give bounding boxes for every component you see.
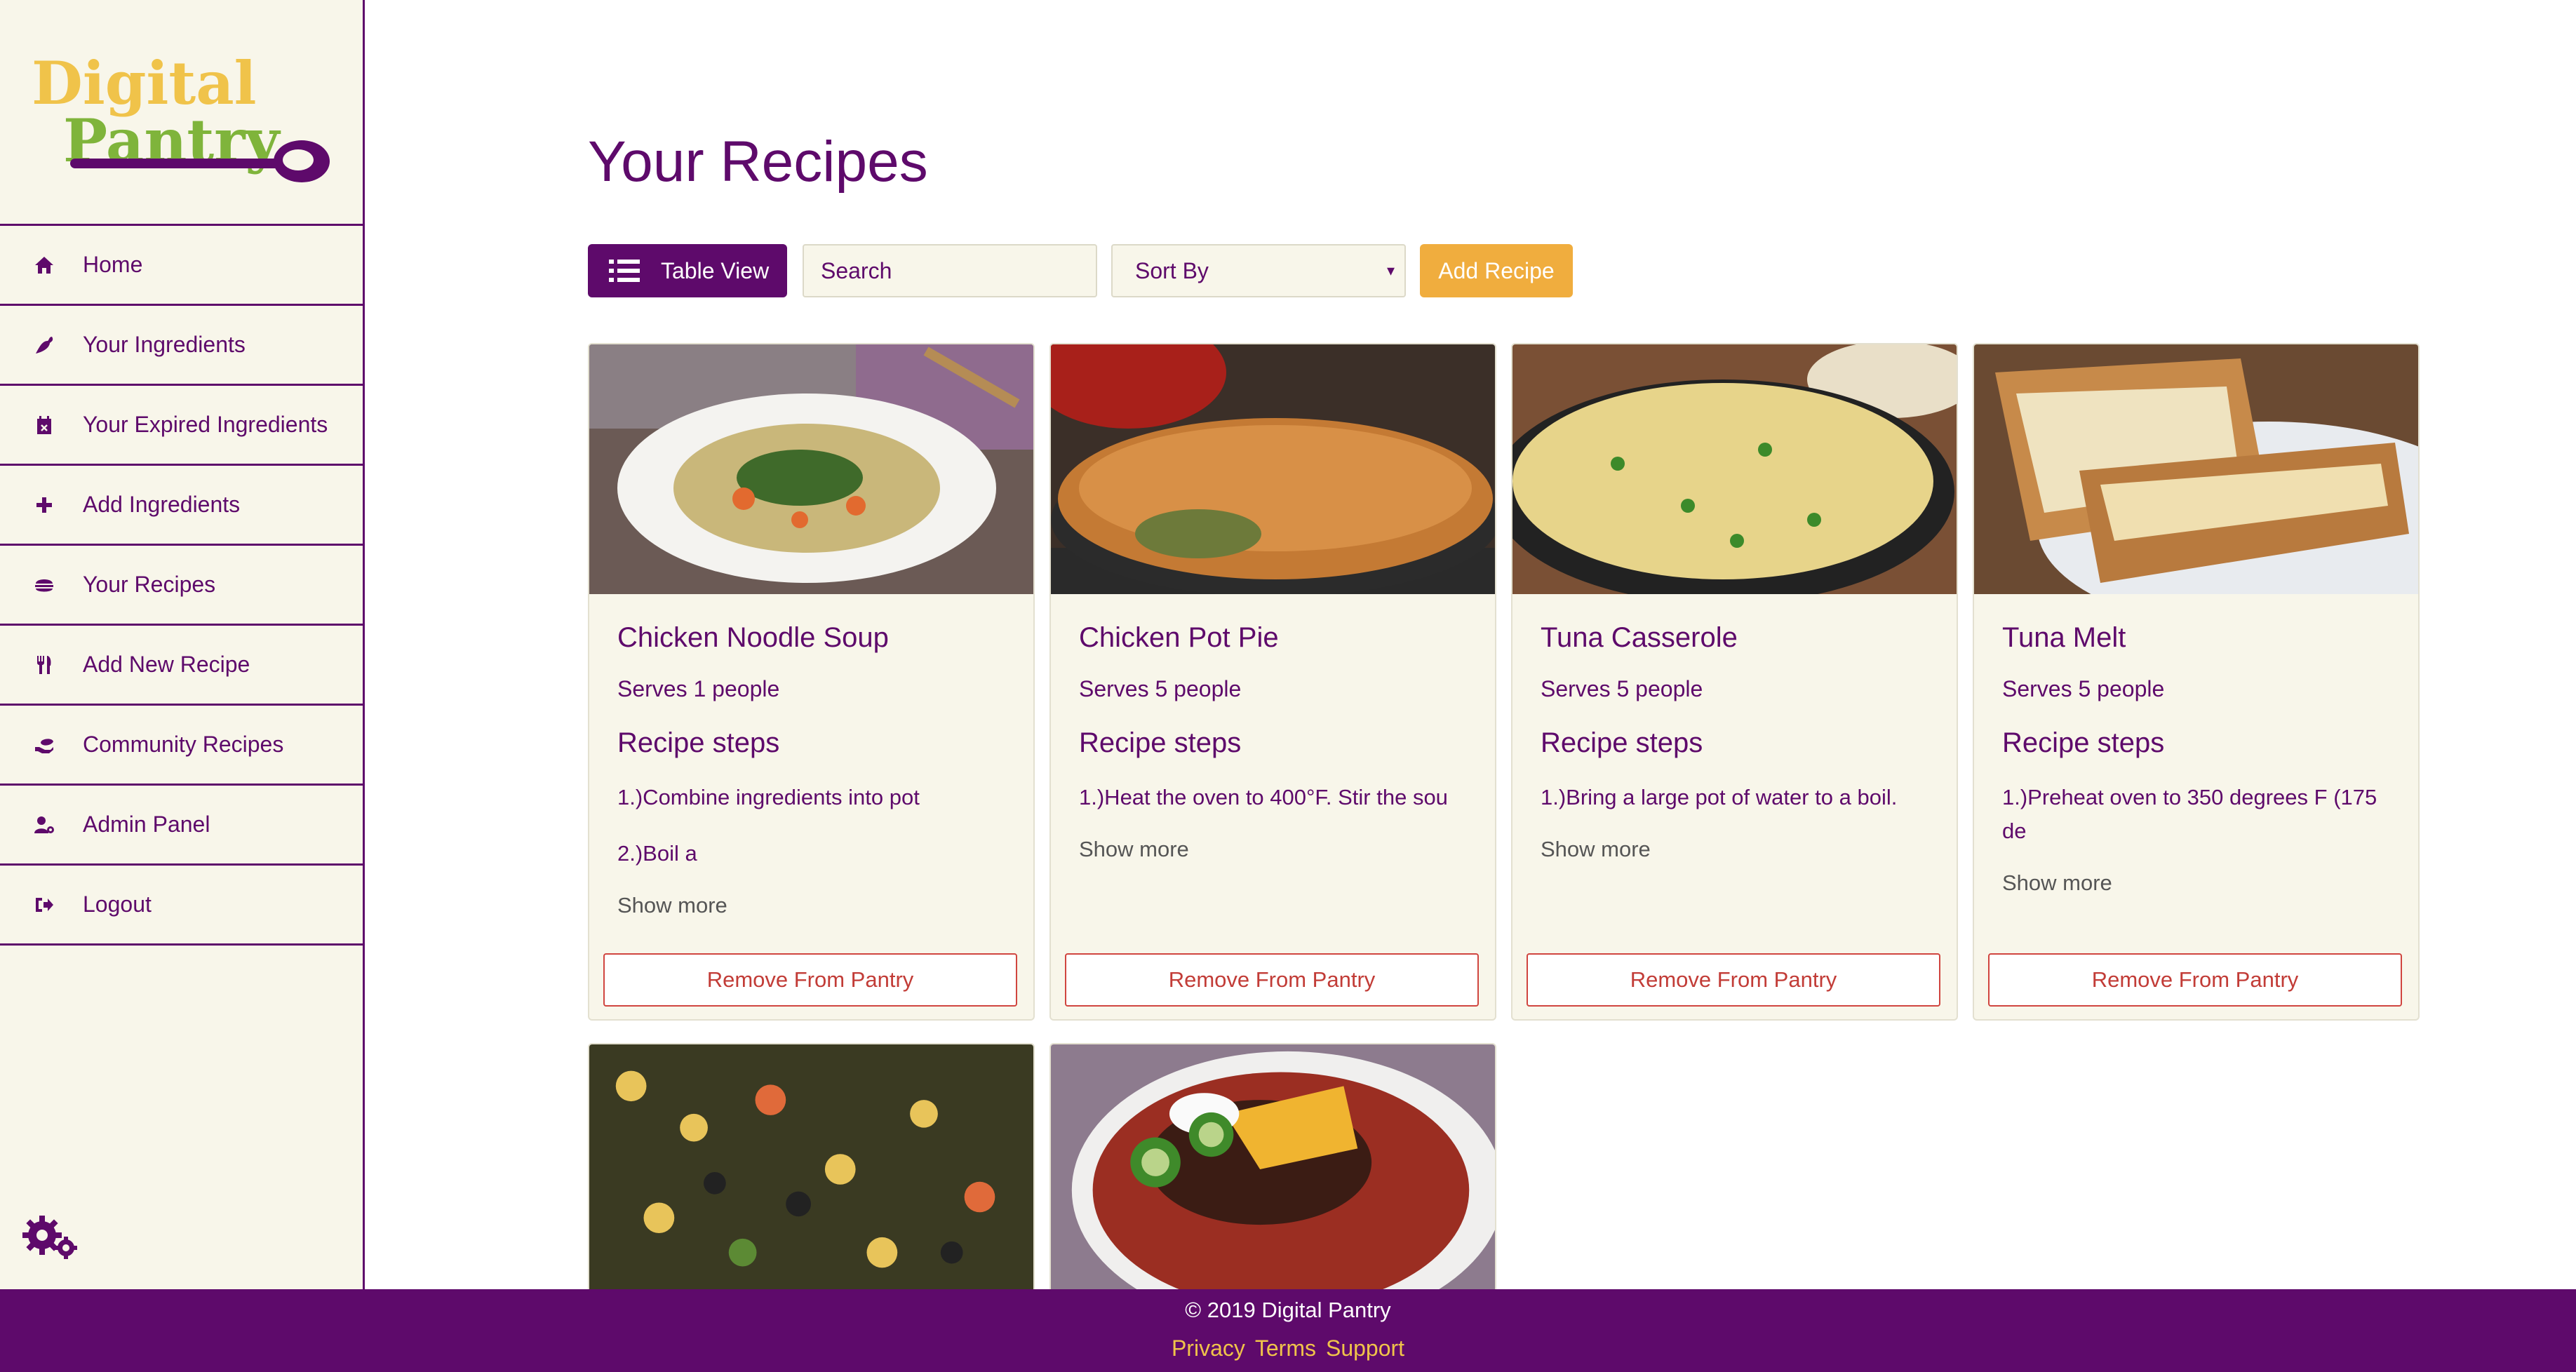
recipe-card: Tuna Casserole Serves 5 people Recipe st… bbox=[1511, 343, 1958, 1021]
pepper-icon bbox=[34, 335, 55, 356]
sidebar-item-logout[interactable]: Logout bbox=[0, 866, 363, 946]
caret-down-icon: ▾ bbox=[1386, 262, 1395, 279]
footer-links: Privacy Terms Support bbox=[0, 1336, 2576, 1361]
recipe-title: Chicken Noodle Soup bbox=[617, 622, 889, 653]
sidebar-item-label: Your Ingredients bbox=[83, 332, 246, 357]
sidebar-item-add-ingredients[interactable]: Add Ingredients bbox=[0, 466, 363, 546]
remove-from-pantry-button[interactable]: Remove From Pantry bbox=[1065, 953, 1479, 1007]
recipe-step: 1.)Bring a large pot of water to a boil. bbox=[1541, 785, 1898, 809]
burger-icon bbox=[34, 574, 55, 596]
recipe-steps-heading: Recipe steps bbox=[617, 727, 780, 758]
remove-from-pantry-button[interactable]: Remove From Pantry bbox=[1988, 953, 2402, 1007]
sort-by-select[interactable]: Sort By ▾ bbox=[1111, 244, 1406, 297]
recipe-serves: Serves 5 people bbox=[1079, 676, 1242, 701]
sidebar-item-community-recipes[interactable]: Community Recipes bbox=[0, 706, 363, 786]
footer: © 2019 Digital Pantry Privacy Terms Supp… bbox=[0, 1289, 2576, 1372]
recipe-title: Tuna Casserole bbox=[1541, 622, 1738, 653]
terms-link[interactable]: Terms bbox=[1255, 1336, 1316, 1361]
remove-from-pantry-button[interactable]: Remove From Pantry bbox=[1527, 953, 1940, 1007]
recipe-serves: Serves 5 people bbox=[2002, 676, 2165, 701]
recipe-image[interactable] bbox=[589, 344, 1033, 594]
recipe-serves: Serves 5 people bbox=[1541, 676, 1703, 701]
sidebar-item-label: Community Recipes bbox=[83, 732, 284, 757]
sidebar-item-label: Add Ingredients bbox=[83, 492, 241, 517]
show-more-link[interactable]: Show more bbox=[2002, 870, 2112, 896]
user-cog-icon bbox=[34, 814, 55, 835]
digital-pantry-logo[interactable]: Digital Pantry bbox=[28, 48, 337, 189]
sidebar-item-label: Add New Recipe bbox=[83, 652, 250, 677]
table-view-button[interactable]: Table View bbox=[588, 244, 787, 297]
sidebar-item-home[interactable]: Home bbox=[0, 226, 363, 306]
recipe-step: 1.)Combine ingredients into pot bbox=[617, 785, 920, 809]
recipe-step: 1.)Heat the oven to 400°F. Stir the sou bbox=[1079, 785, 1448, 809]
recipe-image[interactable] bbox=[1051, 344, 1495, 594]
recipe-image[interactable] bbox=[1974, 344, 2418, 594]
sidebar-item-your-ingredients[interactable]: Your Ingredients bbox=[0, 306, 363, 386]
recipe-steps-heading: Recipe steps bbox=[1541, 727, 1703, 758]
recipe-steps-heading: Recipe steps bbox=[1079, 727, 1242, 758]
page-title: Your Recipes bbox=[588, 130, 928, 194]
copyright-text: © 2019 Digital Pantry bbox=[1185, 1298, 1391, 1322]
plus-icon bbox=[34, 495, 55, 516]
sign-out-icon bbox=[34, 894, 55, 915]
remove-from-pantry-button[interactable]: Remove From Pantry bbox=[603, 953, 1017, 1007]
recipe-card-partial[interactable] bbox=[1049, 1043, 1496, 1296]
sidebar: Digital Pantry Home Your Ingredients You… bbox=[0, 0, 365, 1289]
sidebar-item-add-new-recipe[interactable]: Add New Recipe bbox=[0, 626, 363, 706]
sidebar-item-label: Your Expired Ingredients bbox=[83, 412, 328, 437]
show-more-link[interactable]: Show more bbox=[1079, 837, 1189, 862]
recipe-title: Chicken Pot Pie bbox=[1079, 622, 1279, 653]
utensils-icon bbox=[34, 654, 55, 675]
show-more-link[interactable]: Show more bbox=[1541, 837, 1651, 862]
recipe-image bbox=[589, 1044, 1033, 1294]
list-icon bbox=[609, 258, 640, 283]
recipe-card: Chicken Noodle Soup Serves 1 people Reci… bbox=[588, 343, 1035, 1021]
hand-holding-icon bbox=[34, 734, 55, 755]
home-icon bbox=[34, 255, 55, 276]
recipe-image bbox=[1051, 1044, 1495, 1294]
recipe-title: Tuna Melt bbox=[2002, 622, 2126, 653]
sidebar-item-label: Admin Panel bbox=[83, 812, 210, 837]
sidebar-item-label: Home bbox=[83, 252, 143, 277]
show-more-link[interactable]: Show more bbox=[617, 893, 727, 918]
sidebar-item-expired-ingredients[interactable]: Your Expired Ingredients bbox=[0, 386, 363, 466]
add-recipe-button[interactable]: Add Recipe bbox=[1420, 244, 1573, 297]
cogs-icon[interactable] bbox=[21, 1211, 81, 1260]
recipe-card: Chicken Pot Pie Serves 5 people Recipe s… bbox=[1049, 343, 1496, 1021]
recipes-toolbar: Table View Sort By ▾ Add Recipe bbox=[588, 244, 1573, 297]
sidebar-item-your-recipes[interactable]: Your Recipes bbox=[0, 546, 363, 626]
table-view-label: Table View bbox=[661, 257, 770, 283]
sort-by-label: Sort By bbox=[1135, 257, 1209, 283]
recipe-image[interactable] bbox=[1512, 344, 1957, 594]
recipe-card: Tuna Melt Serves 5 people Recipe steps 1… bbox=[1973, 343, 2420, 1021]
privacy-link[interactable]: Privacy bbox=[1172, 1336, 1245, 1361]
recipe-steps-heading: Recipe steps bbox=[2002, 727, 2165, 758]
recipe-serves: Serves 1 people bbox=[617, 676, 780, 701]
sidebar-item-label: Your Recipes bbox=[83, 572, 216, 597]
search-input[interactable] bbox=[803, 244, 1097, 297]
support-link[interactable]: Support bbox=[1326, 1336, 1404, 1361]
recipe-step: 2.)Boil a bbox=[617, 841, 697, 866]
sidebar-nav: Home Your Ingredients Your Expired Ingre… bbox=[0, 224, 363, 946]
recipe-step: 1.)Preheat oven to 350 degrees F (175 de bbox=[2002, 785, 2377, 843]
sidebar-item-label: Logout bbox=[83, 892, 152, 917]
recipe-card-partial[interactable] bbox=[588, 1043, 1035, 1296]
calendar-x-icon bbox=[34, 415, 55, 436]
sidebar-item-admin-panel[interactable]: Admin Panel bbox=[0, 786, 363, 866]
